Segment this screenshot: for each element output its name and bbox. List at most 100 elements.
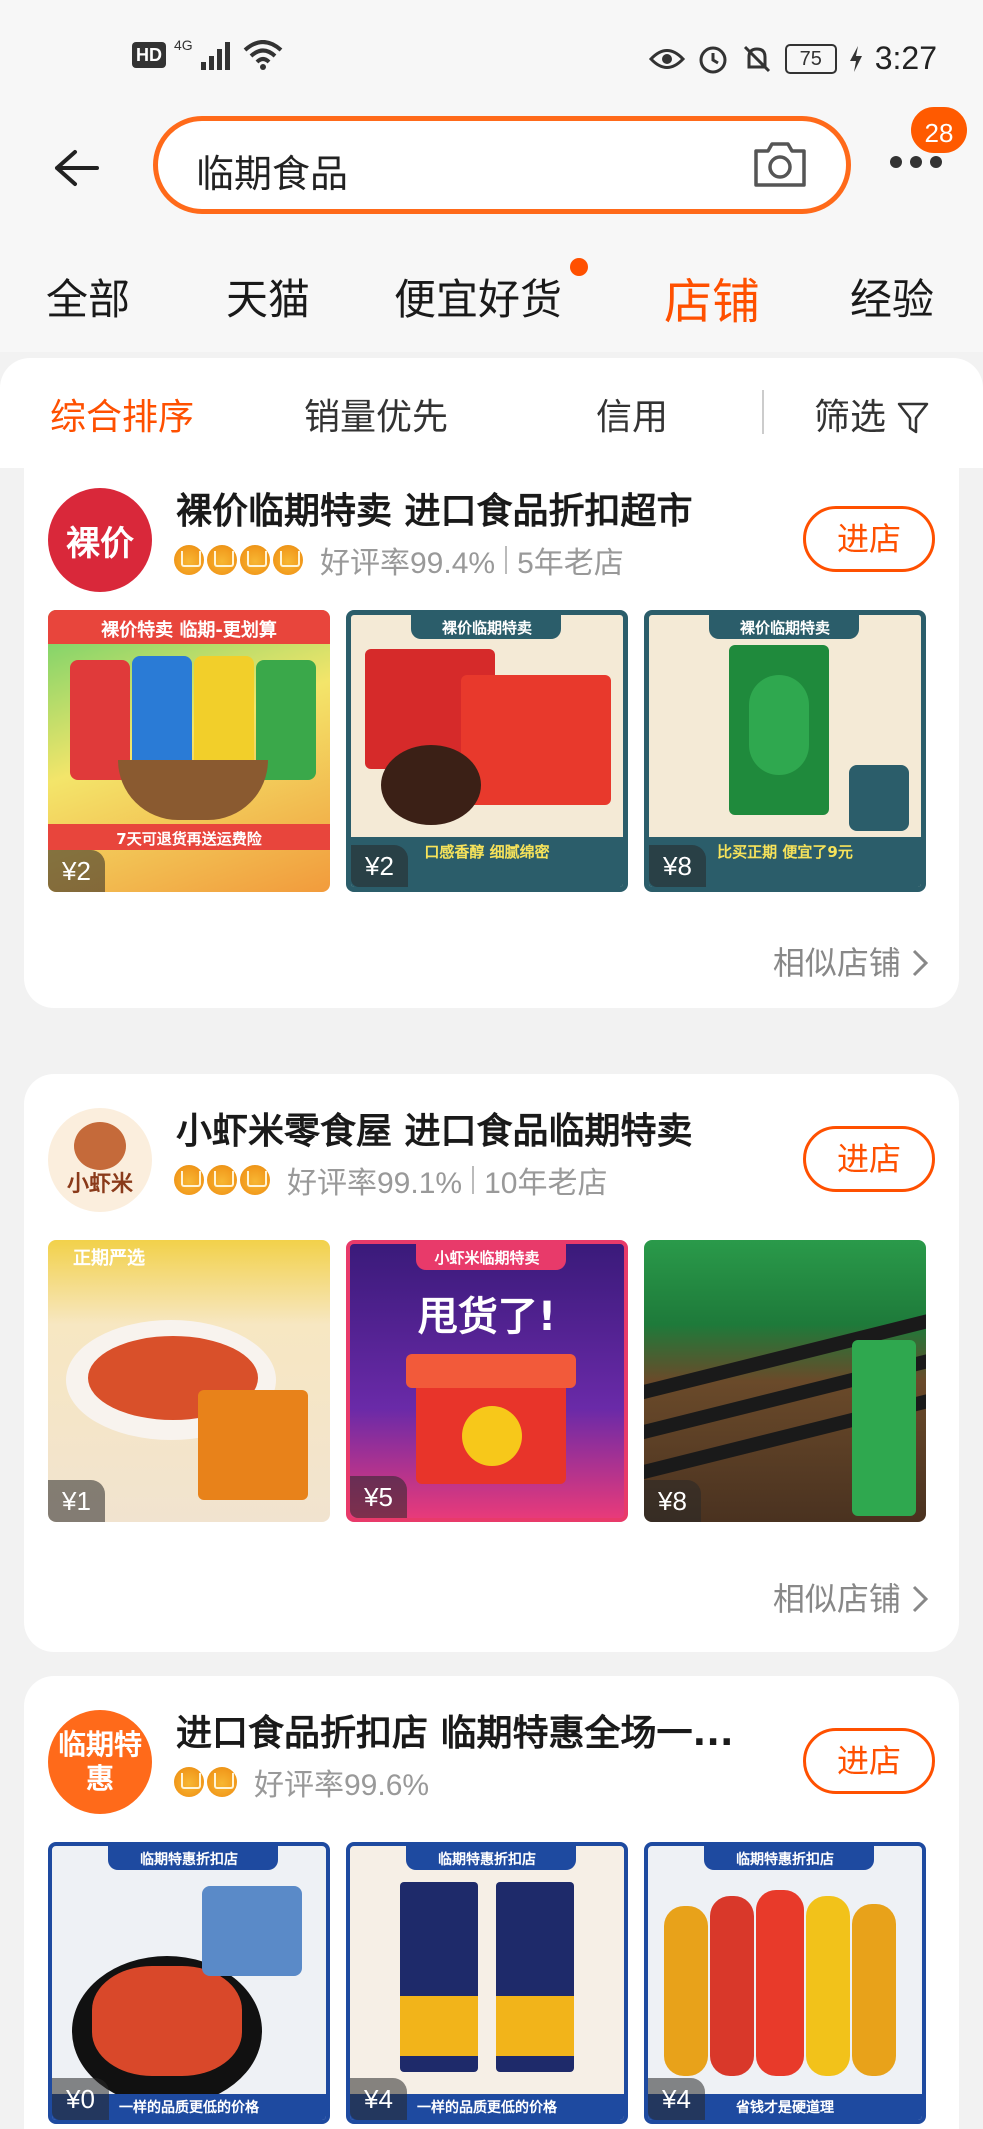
crown-icon [207, 545, 237, 575]
tab-all[interactable]: 全部 [46, 266, 130, 327]
arrow-left-icon [55, 150, 99, 186]
meta-divider [472, 1166, 475, 1194]
product-banner: 临期特惠折扣店 [140, 1852, 238, 1868]
camera-search-button[interactable] [752, 139, 808, 189]
tab-cheap-goods[interactable]: 便宜好货 [394, 266, 562, 327]
crown-icon [240, 545, 270, 575]
sort-credit[interactable]: 信用 [596, 388, 668, 440]
tab-shops[interactable]: 店铺 [664, 262, 760, 332]
product-row: 裸价特卖 临期-更划算 7天可退货再送运费险 ¥2 裸价临期特卖 口感香醇 细腻… [48, 610, 926, 892]
sort-comprehensive[interactable]: 综合排序 [50, 388, 194, 440]
filter-button[interactable]: 筛选 [814, 388, 929, 440]
shop-meta: 好评率99.6% [174, 1760, 429, 1804]
crown-icon [207, 1767, 237, 1797]
shop-card[interactable]: 裸价 裸价临期特卖 进口食品折扣超市 好评率99.4% 5年老店 进店 裸价特卖… [24, 468, 959, 1008]
product-banner: 正期严选 [73, 1248, 145, 1269]
alarm-icon [699, 46, 727, 73]
product-thumbnail[interactable]: 小虾米临期特卖 甩货了! ¥5 [346, 1240, 628, 1522]
battery-indicator: 75 [784, 43, 837, 74]
similar-shops-link[interactable]: 相似店铺 [773, 1574, 929, 1620]
shop-name[interactable]: 裸价临期特卖 进口食品折扣超市 [176, 482, 776, 534]
product-price: ¥4 [648, 2078, 705, 2120]
clock: 3:27 [874, 40, 937, 76]
chevron-right-icon [912, 949, 929, 977]
crown-icon [273, 545, 303, 575]
shop-logo: 临期特惠 [48, 1710, 152, 1814]
shop-logo-text: 临期特惠 [58, 1728, 143, 1795]
eye-icon [648, 48, 685, 69]
new-dot-badge [570, 258, 588, 276]
product-thumbnail[interactable]: 正期严选 ¥1 [48, 1240, 330, 1522]
back-button[interactable] [48, 140, 104, 196]
shop-rating: 好评率99.1% [287, 1167, 463, 1200]
shop-logo-text: 裸价 [66, 523, 134, 564]
product-banner: 临期特惠折扣店 [438, 1852, 536, 1868]
enter-shop-button[interactable]: 进店 [803, 1126, 935, 1192]
chevron-right-icon [912, 1585, 929, 1613]
product-row: 正期严选 ¥1 小虾米临期特卖 甩货了! ¥5 ¥8 [48, 1240, 926, 1522]
similar-shops-label: 相似店铺 [772, 1580, 901, 1618]
product-price: ¥1 [48, 1480, 105, 1522]
sort-bar: 综合排序 销量优先 信用 筛选 [0, 358, 983, 468]
status-bar: HD 4G 75 3:27 [0, 0, 983, 112]
crown-icon [174, 1165, 204, 1195]
sort-divider [762, 390, 764, 434]
product-thumbnail[interactable]: ¥8 [644, 1240, 926, 1522]
shop-name[interactable]: 小虾米零食屋 进口食品临期特卖 [176, 1102, 776, 1154]
network-type: 4G [174, 37, 193, 53]
shop-logo-text: 小虾米 [66, 1172, 133, 1197]
shop-card[interactable]: 临期特惠 进口食品折扣店 临期特惠全场一... 好评率99.6% 进店 临期特惠… [24, 1676, 959, 2129]
crown-icon [240, 1165, 270, 1195]
message-badge: 28 [908, 104, 970, 156]
product-price: ¥0 [52, 2078, 109, 2120]
camera-icon [754, 142, 806, 187]
product-thumbnail[interactable]: 临期特惠折扣店 一样的品质更低的价格 ¥4 [346, 1842, 628, 2124]
product-price: ¥4 [350, 2078, 407, 2120]
product-banner: 小虾米临期特卖 [434, 1249, 540, 1267]
tab-tmall[interactable]: 天猫 [226, 266, 310, 327]
product-price: ¥2 [351, 845, 408, 887]
shop-card[interactable]: 小虾米 小虾米零食屋 进口食品临期特卖 好评率99.1% 10年老店 进店 正期… [24, 1074, 959, 1652]
product-row: 临期特惠折扣店 一样的品质更低的价格 ¥0 临期特惠折扣店 一样的品质更低的价格… [48, 1842, 926, 2124]
tab-experience[interactable]: 经验 [850, 266, 934, 327]
shop-logo: 裸价 [48, 488, 152, 592]
similar-shops-link[interactable]: 相似店铺 [773, 938, 929, 984]
product-thumbnail[interactable]: 临期特惠折扣店 省钱才是硬道理 ¥4 [644, 1842, 926, 2124]
shop-meta: 好评率99.4% 5年老店 [174, 538, 624, 582]
search-query: 临期食品 [196, 152, 349, 196]
shop-rating: 好评率99.4% [320, 547, 496, 580]
meta-divider [505, 546, 508, 574]
product-price: ¥2 [48, 850, 105, 892]
search-input[interactable]: 临期食品 [153, 116, 851, 214]
product-thumbnail[interactable]: 裸价临期特卖 比买正期 便宜了9元 ¥8 [644, 610, 926, 892]
crown-icon [207, 1165, 237, 1195]
product-thumbnail[interactable]: 裸价特卖 临期-更划算 7天可退货再送运费险 ¥2 [48, 610, 330, 892]
shop-logo: 小虾米 [48, 1108, 152, 1212]
more-button[interactable] [886, 152, 946, 192]
hd-indicator: HD [132, 42, 166, 68]
results-panel: 综合排序 销量优先 信用 筛选 裸价 裸价临期特卖 进口食品折扣超市 好评率99… [0, 358, 983, 2129]
sort-sales[interactable]: 销量优先 [304, 388, 448, 440]
category-tabs: 全部 天猫 便宜好货 店铺 经验 [0, 242, 983, 352]
product-tagline: 7天可退货再送运费险 [116, 830, 262, 848]
product-banner: 裸价临期特卖 [441, 619, 532, 637]
shop-rating: 好评率99.6% [254, 1769, 430, 1802]
similar-shops-label: 相似店铺 [772, 944, 901, 982]
product-tagline: 甩货了! [417, 1294, 557, 1340]
shop-age: 5年老店 [517, 547, 624, 580]
crown-icon [174, 1767, 204, 1797]
shop-age: 10年老店 [484, 1167, 608, 1200]
product-banner: 裸价临期特卖 [739, 619, 830, 637]
product-thumbnail[interactable]: 临期特惠折扣店 一样的品质更低的价格 ¥0 [48, 1842, 330, 2124]
charging-icon [849, 45, 862, 72]
filter-funnel-icon [898, 402, 929, 434]
enter-shop-button[interactable]: 进店 [803, 1728, 935, 1794]
product-thumbnail[interactable]: 裸价临期特卖 口感香醇 细腻绵密 ¥2 [346, 610, 628, 892]
wifi-icon [243, 40, 283, 70]
filter-label: 筛选 [814, 397, 887, 438]
product-price: ¥8 [644, 1480, 701, 1522]
enter-shop-button[interactable]: 进店 [803, 506, 935, 572]
crown-icon [174, 545, 204, 575]
mute-bell-icon [743, 45, 770, 72]
shop-name[interactable]: 进口食品折扣店 临期特惠全场一... [176, 1704, 776, 1756]
